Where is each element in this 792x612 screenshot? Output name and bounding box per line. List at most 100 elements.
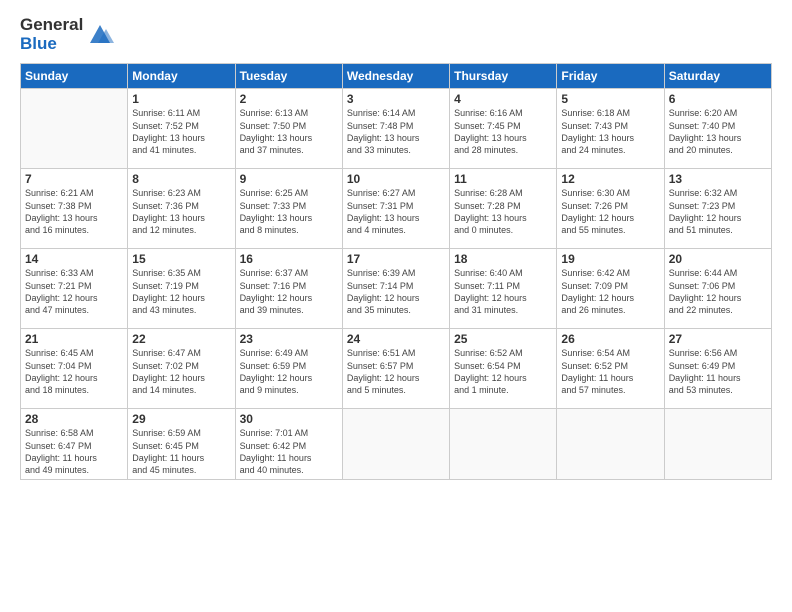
- logo-general: General: [20, 16, 83, 35]
- day-number: 8: [132, 172, 230, 186]
- day-number: 2: [240, 92, 338, 106]
- day-info: Sunrise: 7:01 AM Sunset: 6:42 PM Dayligh…: [240, 427, 338, 476]
- calendar-cell: 10Sunrise: 6:27 AM Sunset: 7:31 PM Dayli…: [342, 169, 449, 249]
- day-info: Sunrise: 6:13 AM Sunset: 7:50 PM Dayligh…: [240, 107, 338, 156]
- day-number: 22: [132, 332, 230, 346]
- calendar-header-row: SundayMondayTuesdayWednesdayThursdayFrid…: [21, 64, 772, 89]
- day-info: Sunrise: 6:49 AM Sunset: 6:59 PM Dayligh…: [240, 347, 338, 396]
- calendar-cell: 2Sunrise: 6:13 AM Sunset: 7:50 PM Daylig…: [235, 89, 342, 169]
- day-info: Sunrise: 6:25 AM Sunset: 7:33 PM Dayligh…: [240, 187, 338, 236]
- day-info: Sunrise: 6:35 AM Sunset: 7:19 PM Dayligh…: [132, 267, 230, 316]
- calendar-cell: 25Sunrise: 6:52 AM Sunset: 6:54 PM Dayli…: [450, 329, 557, 409]
- day-info: Sunrise: 6:51 AM Sunset: 6:57 PM Dayligh…: [347, 347, 445, 396]
- calendar-cell: 30Sunrise: 7:01 AM Sunset: 6:42 PM Dayli…: [235, 409, 342, 480]
- logo: General Blue: [20, 16, 114, 53]
- day-number: 16: [240, 252, 338, 266]
- calendar-week-row: 28Sunrise: 6:58 AM Sunset: 6:47 PM Dayli…: [21, 409, 772, 480]
- header: General Blue: [20, 16, 772, 53]
- calendar-week-row: 14Sunrise: 6:33 AM Sunset: 7:21 PM Dayli…: [21, 249, 772, 329]
- logo-blue: Blue: [20, 35, 83, 54]
- calendar-table: SundayMondayTuesdayWednesdayThursdayFrid…: [20, 63, 772, 480]
- day-number: 15: [132, 252, 230, 266]
- day-number: 1: [132, 92, 230, 106]
- day-number: 10: [347, 172, 445, 186]
- calendar-cell: 15Sunrise: 6:35 AM Sunset: 7:19 PM Dayli…: [128, 249, 235, 329]
- calendar-cell: 13Sunrise: 6:32 AM Sunset: 7:23 PM Dayli…: [664, 169, 771, 249]
- day-number: 4: [454, 92, 552, 106]
- calendar-cell: 16Sunrise: 6:37 AM Sunset: 7:16 PM Dayli…: [235, 249, 342, 329]
- day-number: 6: [669, 92, 767, 106]
- day-number: 9: [240, 172, 338, 186]
- day-number: 11: [454, 172, 552, 186]
- calendar-cell: 8Sunrise: 6:23 AM Sunset: 7:36 PM Daylig…: [128, 169, 235, 249]
- day-number: 27: [669, 332, 767, 346]
- day-number: 13: [669, 172, 767, 186]
- day-info: Sunrise: 6:37 AM Sunset: 7:16 PM Dayligh…: [240, 267, 338, 316]
- day-info: Sunrise: 6:59 AM Sunset: 6:45 PM Dayligh…: [132, 427, 230, 476]
- day-info: Sunrise: 6:28 AM Sunset: 7:28 PM Dayligh…: [454, 187, 552, 236]
- calendar-cell: 12Sunrise: 6:30 AM Sunset: 7:26 PM Dayli…: [557, 169, 664, 249]
- day-number: 19: [561, 252, 659, 266]
- day-info: Sunrise: 6:18 AM Sunset: 7:43 PM Dayligh…: [561, 107, 659, 156]
- calendar-cell: 28Sunrise: 6:58 AM Sunset: 6:47 PM Dayli…: [21, 409, 128, 480]
- day-number: 3: [347, 92, 445, 106]
- weekday-header: Wednesday: [342, 64, 449, 89]
- day-info: Sunrise: 6:58 AM Sunset: 6:47 PM Dayligh…: [25, 427, 123, 476]
- day-info: Sunrise: 6:56 AM Sunset: 6:49 PM Dayligh…: [669, 347, 767, 396]
- calendar-cell: [21, 89, 128, 169]
- calendar-cell: 23Sunrise: 6:49 AM Sunset: 6:59 PM Dayli…: [235, 329, 342, 409]
- calendar-cell: 5Sunrise: 6:18 AM Sunset: 7:43 PM Daylig…: [557, 89, 664, 169]
- day-number: 17: [347, 252, 445, 266]
- day-number: 28: [25, 412, 123, 426]
- weekday-header: Tuesday: [235, 64, 342, 89]
- day-info: Sunrise: 6:11 AM Sunset: 7:52 PM Dayligh…: [132, 107, 230, 156]
- calendar-cell: [557, 409, 664, 480]
- day-info: Sunrise: 6:45 AM Sunset: 7:04 PM Dayligh…: [25, 347, 123, 396]
- day-info: Sunrise: 6:14 AM Sunset: 7:48 PM Dayligh…: [347, 107, 445, 156]
- calendar-cell: 6Sunrise: 6:20 AM Sunset: 7:40 PM Daylig…: [664, 89, 771, 169]
- day-number: 26: [561, 332, 659, 346]
- day-info: Sunrise: 6:30 AM Sunset: 7:26 PM Dayligh…: [561, 187, 659, 236]
- day-number: 20: [669, 252, 767, 266]
- calendar-cell: 24Sunrise: 6:51 AM Sunset: 6:57 PM Dayli…: [342, 329, 449, 409]
- day-number: 30: [240, 412, 338, 426]
- calendar-cell: 19Sunrise: 6:42 AM Sunset: 7:09 PM Dayli…: [557, 249, 664, 329]
- day-number: 25: [454, 332, 552, 346]
- day-info: Sunrise: 6:44 AM Sunset: 7:06 PM Dayligh…: [669, 267, 767, 316]
- calendar-cell: 11Sunrise: 6:28 AM Sunset: 7:28 PM Dayli…: [450, 169, 557, 249]
- weekday-header: Sunday: [21, 64, 128, 89]
- calendar-cell: 1Sunrise: 6:11 AM Sunset: 7:52 PM Daylig…: [128, 89, 235, 169]
- day-info: Sunrise: 6:23 AM Sunset: 7:36 PM Dayligh…: [132, 187, 230, 236]
- day-number: 29: [132, 412, 230, 426]
- day-number: 18: [454, 252, 552, 266]
- calendar-cell: [342, 409, 449, 480]
- day-info: Sunrise: 6:33 AM Sunset: 7:21 PM Dayligh…: [25, 267, 123, 316]
- calendar-cell: [450, 409, 557, 480]
- calendar-cell: 4Sunrise: 6:16 AM Sunset: 7:45 PM Daylig…: [450, 89, 557, 169]
- day-number: 7: [25, 172, 123, 186]
- day-info: Sunrise: 6:40 AM Sunset: 7:11 PM Dayligh…: [454, 267, 552, 316]
- calendar-cell: 7Sunrise: 6:21 AM Sunset: 7:38 PM Daylig…: [21, 169, 128, 249]
- weekday-header: Saturday: [664, 64, 771, 89]
- page: General Blue SundayMondayTuesdayWednesda…: [0, 0, 792, 612]
- calendar-cell: 22Sunrise: 6:47 AM Sunset: 7:02 PM Dayli…: [128, 329, 235, 409]
- day-info: Sunrise: 6:47 AM Sunset: 7:02 PM Dayligh…: [132, 347, 230, 396]
- day-info: Sunrise: 6:42 AM Sunset: 7:09 PM Dayligh…: [561, 267, 659, 316]
- calendar-cell: 21Sunrise: 6:45 AM Sunset: 7:04 PM Dayli…: [21, 329, 128, 409]
- calendar-cell: 29Sunrise: 6:59 AM Sunset: 6:45 PM Dayli…: [128, 409, 235, 480]
- weekday-header: Friday: [557, 64, 664, 89]
- day-info: Sunrise: 6:27 AM Sunset: 7:31 PM Dayligh…: [347, 187, 445, 236]
- calendar-cell: 9Sunrise: 6:25 AM Sunset: 7:33 PM Daylig…: [235, 169, 342, 249]
- day-info: Sunrise: 6:52 AM Sunset: 6:54 PM Dayligh…: [454, 347, 552, 396]
- calendar-cell: 18Sunrise: 6:40 AM Sunset: 7:11 PM Dayli…: [450, 249, 557, 329]
- calendar-cell: 20Sunrise: 6:44 AM Sunset: 7:06 PM Dayli…: [664, 249, 771, 329]
- calendar-week-row: 21Sunrise: 6:45 AM Sunset: 7:04 PM Dayli…: [21, 329, 772, 409]
- logo-icon: [86, 19, 114, 47]
- day-number: 24: [347, 332, 445, 346]
- calendar-cell: 27Sunrise: 6:56 AM Sunset: 6:49 PM Dayli…: [664, 329, 771, 409]
- day-number: 5: [561, 92, 659, 106]
- day-info: Sunrise: 6:20 AM Sunset: 7:40 PM Dayligh…: [669, 107, 767, 156]
- day-info: Sunrise: 6:21 AM Sunset: 7:38 PM Dayligh…: [25, 187, 123, 236]
- calendar-cell: 26Sunrise: 6:54 AM Sunset: 6:52 PM Dayli…: [557, 329, 664, 409]
- day-number: 14: [25, 252, 123, 266]
